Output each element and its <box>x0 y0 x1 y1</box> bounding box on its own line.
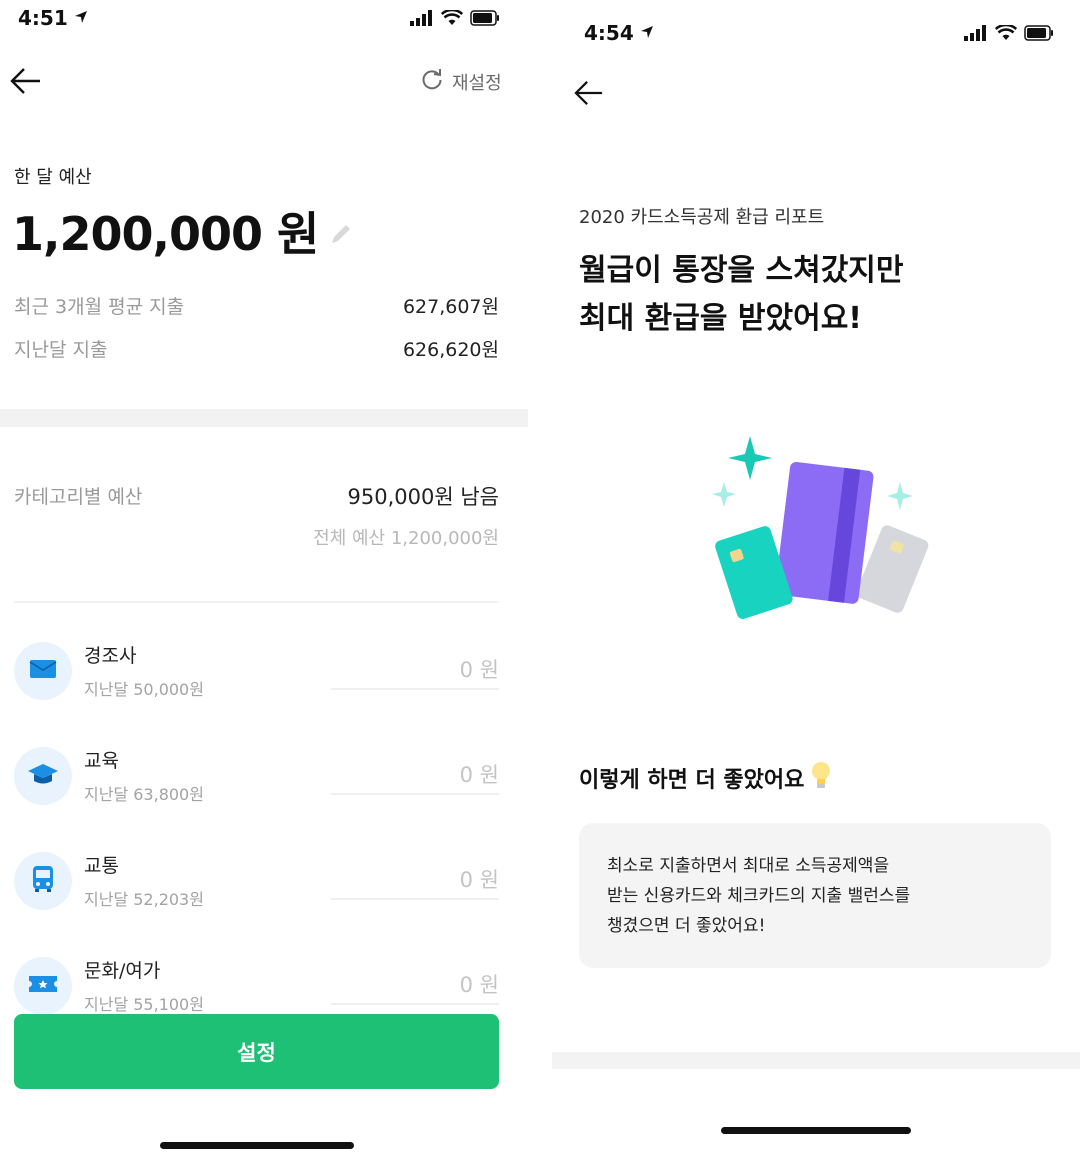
back-arrow-icon <box>10 68 42 100</box>
back-arrow-icon <box>574 81 604 111</box>
list-divider <box>14 601 499 603</box>
back-button[interactable] <box>10 66 44 96</box>
home-indicator[interactable] <box>160 1142 354 1149</box>
pencil-icon[interactable] <box>328 204 354 258</box>
bus-icon <box>31 865 55 897</box>
lightbulb-icon <box>810 760 832 796</box>
battery-icon <box>470 10 500 30</box>
monthly-budget-amount: 1,200,000 원 <box>12 207 319 261</box>
category-item-gyeongjosa: 경조사 지난달 50,000원 <box>14 641 204 700</box>
tip-line: 받는 신용카드와 체크카드의 지출 밸런스를 <box>607 886 911 906</box>
wifi-icon <box>440 8 464 30</box>
screen-gap <box>528 0 552 1162</box>
reset-label: 재설정 <box>452 72 502 94</box>
wifi-icon <box>994 23 1018 45</box>
report-title: 월급이 통장을 스쳐갔지만 최대 환급을 받았어요! <box>579 247 904 343</box>
tip-heading-group: 이렇게 하면 더 좋았어요 <box>579 760 832 796</box>
set-button[interactable]: 설정 <box>14 1014 499 1089</box>
category-name: 교통 <box>84 855 119 877</box>
category-amount-input[interactable]: 0 원 <box>331 644 499 690</box>
stat-value: 627,607원 <box>402 296 499 318</box>
signal-icon <box>410 10 434 30</box>
status-time-group: 4:51 <box>18 6 88 30</box>
section-divider <box>0 409 528 427</box>
home-indicator[interactable] <box>721 1127 911 1134</box>
tip-line: 챙겼으면 더 좋았어요! <box>607 916 766 936</box>
report-title-line1: 월급이 통장을 스쳐갔지만 <box>579 253 904 288</box>
category-last-month: 지난달 50,000원 <box>84 680 204 699</box>
category-icon-bg <box>14 746 72 805</box>
category-last-month: 지난달 63,800원 <box>84 785 204 804</box>
category-item-education: 교육 지난달 63,800원 <box>14 746 204 805</box>
category-name: 경조사 <box>84 645 137 667</box>
monthly-budget-label: 한 달 예산 <box>14 167 92 188</box>
category-budget-total: 전체 예산 1,200,000원 <box>313 528 499 549</box>
stat-label: 최근 3개월 평균 지출 <box>14 296 185 318</box>
category-icon-bg <box>14 851 72 910</box>
stat-row: 최근 3개월 평균 지출 627,607원 <box>14 292 499 319</box>
location-arrow-icon <box>74 9 88 28</box>
tip-line: 최소로 지출하면서 최대로 소득공제액을 <box>607 856 890 876</box>
category-amount-input[interactable]: 0 원 <box>331 854 499 900</box>
category-budget-label: 카테고리별 예산 <box>14 486 143 508</box>
stat-label: 지난달 지출 <box>14 339 108 361</box>
status-time: 4:54 <box>584 21 634 45</box>
status-time-group: 4:54 <box>584 21 654 45</box>
back-button[interactable] <box>574 79 608 109</box>
tip-heading: 이렇게 하면 더 좋았어요 <box>579 768 805 793</box>
status-icons <box>964 23 1054 45</box>
category-amount-input[interactable]: 0 원 <box>331 749 499 795</box>
report-subtitle: 2020 카드소득공제 환급 리포트 <box>579 207 825 228</box>
category-amount-input[interactable]: 0 원 <box>331 959 499 1005</box>
status-time: 4:51 <box>18 6 68 30</box>
budget-screen: 4:51 재설정 한 달 예산 1,200,000 원 최근 3개월 평균 지출… <box>0 0 528 1162</box>
monthly-budget-amount-group[interactable]: 1,200,000 원 <box>12 198 354 264</box>
category-last-month: 지난달 55,100원 <box>84 995 204 1014</box>
report-screen: 4:54 2020 카드소득공제 환급 리포트 월급이 통장을 스쳐갔지만 최대… <box>552 0 1080 1162</box>
category-item-transport: 교통 지난달 52,203원 <box>14 851 204 910</box>
category-text: 경조사 지난달 50,000원 <box>84 641 204 700</box>
category-icon-bg <box>14 956 72 1015</box>
category-name: 문화/여가 <box>84 960 161 982</box>
category-last-month: 지난달 52,203원 <box>84 890 204 909</box>
location-arrow-icon <box>640 24 654 43</box>
category-text: 교육 지난달 63,800원 <box>84 746 204 805</box>
cards-illustration <box>702 430 932 630</box>
tip-box: 최소로 지출하면서 최대로 소득공제액을 받는 신용카드와 체크카드의 지출 밸… <box>579 823 1051 968</box>
refresh-icon <box>420 67 444 96</box>
category-name: 교육 <box>84 750 119 772</box>
status-icons <box>410 8 500 30</box>
category-text: 문화/여가 지난달 55,100원 <box>84 956 204 1015</box>
category-text: 교통 지난달 52,203원 <box>84 851 204 910</box>
envelope-icon <box>29 659 57 683</box>
graduation-cap-icon <box>27 762 59 790</box>
category-budget-remaining: 950,000원 남음 <box>347 485 499 509</box>
ticket-icon <box>28 974 58 998</box>
reset-button[interactable]: 재설정 <box>420 67 502 96</box>
category-item-culture: 문화/여가 지난달 55,100원 <box>14 956 204 1015</box>
stat-value: 626,620원 <box>402 339 499 361</box>
stat-row: 지난달 지출 626,620원 <box>14 335 499 362</box>
battery-icon <box>1024 25 1054 45</box>
report-title-line2: 최대 환급을 받았어요! <box>579 301 862 336</box>
section-divider <box>552 1052 1080 1069</box>
signal-icon <box>964 25 988 45</box>
category-icon-bg <box>14 641 72 700</box>
